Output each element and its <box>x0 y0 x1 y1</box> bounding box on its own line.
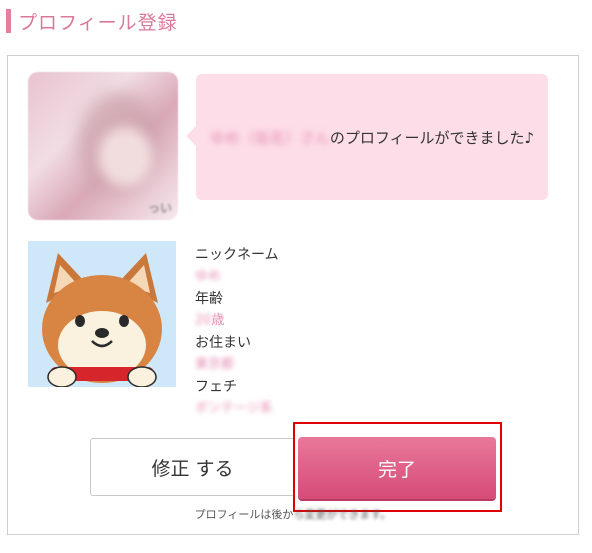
nickname-value: ゆめ <box>195 269 222 284</box>
bubble-user-name: ゆめ（仮名）さん <box>209 128 330 147</box>
edit-button[interactable]: 修正 する <box>90 438 295 496</box>
fetish-label: フェチ <box>195 379 237 395</box>
age-unit: 歳 <box>211 313 225 328</box>
age-label: 年齢 <box>195 291 223 307</box>
profile-info: ニックネーム ゆめ 年齢 20歳 お住まい 東京都 フェチ ボンテージ系 <box>195 244 395 420</box>
section-header: プロフィール登録 <box>6 8 178 34</box>
fetish-value: ボンテージ系 <box>195 401 273 416</box>
note-text: プロフィールは後か <box>194 508 294 521</box>
profile-note: プロフィールは後から変更ができます。 <box>8 506 578 522</box>
age-value-row: 20歳 <box>195 310 395 332</box>
done-button[interactable]: 完了 <box>298 437 496 499</box>
page-title: プロフィール登録 <box>18 11 178 34</box>
residence-label: お住まい <box>195 335 251 351</box>
nickname-label: ニックネーム <box>195 247 279 263</box>
note-text-obscured: ら変更ができます。 <box>293 508 392 521</box>
user-photo: っい <box>28 72 178 220</box>
photo-caption: っい <box>147 201 172 215</box>
header-accent-bar <box>6 9 11 33</box>
residence-value: 東京都 <box>195 357 235 372</box>
shiba-dog-icon <box>28 241 176 387</box>
profile-panel: っい ゆめ（仮名）さん のプロフィールができました♪ ニックネーム ゆめ 年齢 <box>7 55 579 535</box>
bubble-message: のプロフィールができました♪ <box>329 128 535 147</box>
speech-bubble: ゆめ（仮名）さん のプロフィールができました♪ <box>186 74 548 200</box>
age-value: 20 <box>195 313 212 328</box>
